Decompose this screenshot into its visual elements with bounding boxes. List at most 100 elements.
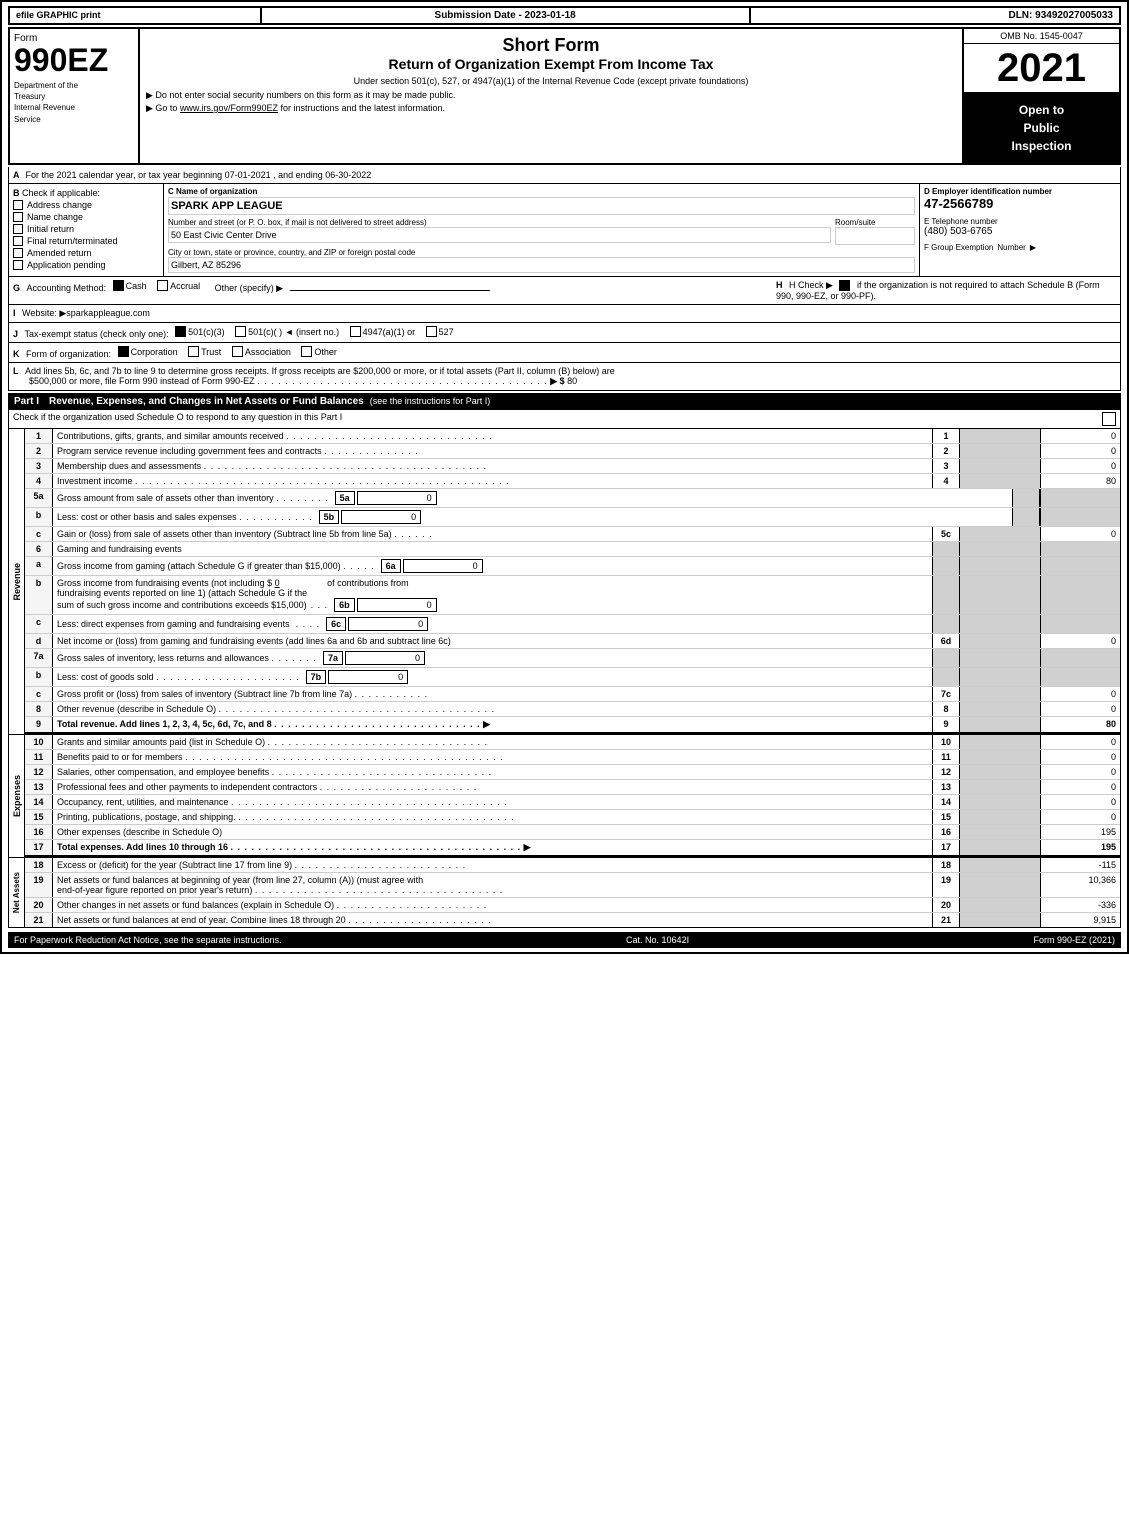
row7c-value: 0: [1040, 687, 1120, 701]
row17-col: 17: [932, 840, 960, 855]
submission-date: Submission Date - 2023-01-18: [262, 8, 751, 23]
j-527-checkbox[interactable]: [426, 326, 437, 337]
row15-desc: Printing, publications, postage, and shi…: [53, 810, 932, 824]
row7a-shaded: [960, 649, 1040, 667]
expenses-table: 10 Grants and similar amounts paid (list…: [25, 735, 1120, 857]
section-k: K Form of organization: Corporation Trus…: [8, 343, 1121, 363]
j-527: 527: [426, 326, 454, 337]
phone: (480) 503-6765: [924, 226, 1116, 237]
application-pending-label: Application pending: [27, 260, 106, 270]
k-trust-checkbox[interactable]: [188, 346, 199, 357]
section-j: J Tax-exempt status (check only one): 50…: [8, 323, 1121, 343]
row8-col: 8: [932, 702, 960, 716]
part1-header: Part I Revenue, Expenses, and Changes in…: [8, 393, 1121, 410]
row14-col: 14: [932, 795, 960, 809]
row20-num: 20: [25, 898, 53, 912]
row13-shaded: [960, 780, 1040, 794]
row11-shaded: [960, 750, 1040, 764]
row6-col: [932, 542, 960, 556]
row17-shaded: [960, 840, 1040, 855]
e-label: E Telephone number: [924, 217, 1116, 226]
application-pending-checkbox[interactable]: [13, 260, 23, 270]
final-return-label: Final return/terminated: [27, 236, 118, 246]
row9-shaded: [960, 717, 1040, 732]
g-text: Accounting Method:: [27, 283, 107, 293]
row7b-value: [1040, 668, 1120, 686]
name-change-checkbox[interactable]: [13, 212, 23, 222]
row4-num: 4: [25, 474, 53, 488]
goto-line: ▶ Go to www.irs.gov/Form990EZ for instru…: [146, 103, 956, 114]
f-label: F Group Exemption: [924, 243, 993, 252]
row10-num: 10: [25, 735, 53, 749]
j-text: Tax-exempt status (check only one):: [25, 329, 169, 339]
city-value: Gilbert, AZ 85296: [168, 257, 915, 273]
row7a-desc: Gross sales of inventory, less returns a…: [53, 649, 932, 667]
f-arrow: ▶: [1030, 243, 1036, 252]
row-6c: c Less: direct expenses from gaming and …: [25, 615, 1120, 634]
row2-col: 2: [932, 444, 960, 458]
footer-cat: Cat. No. 10642I: [626, 935, 689, 945]
row12-desc: Salaries, other compensation, and employ…: [53, 765, 932, 779]
row-9: 9 Total revenue. Add lines 1, 2, 3, 4, 5…: [25, 717, 1120, 734]
row-10: 10 Grants and similar amounts paid (list…: [25, 735, 1120, 750]
part1-check-box[interactable]: [1102, 412, 1116, 426]
row5a-num: 5a: [25, 489, 53, 507]
open-to-public: Open to Public Inspection: [964, 93, 1119, 163]
omb: OMB No. 1545-0047: [964, 29, 1119, 44]
k-other-checkbox[interactable]: [301, 346, 312, 357]
row7b-desc: Less: cost of goods sold . . . . . . . .…: [53, 668, 932, 686]
expenses-section: Expenses 10 Grants and similar amounts p…: [8, 735, 1121, 858]
j-4947-label: 4947(a)(1) or: [363, 327, 416, 337]
accrual-checkbox[interactable]: [157, 280, 168, 291]
net-assets-side-label: Net Assets: [9, 858, 25, 927]
row3-col: 3: [932, 459, 960, 473]
row7c-num: c: [25, 687, 53, 701]
k-assoc: Association: [232, 346, 291, 357]
row16-desc: Other expenses (describe in Schedule O): [53, 825, 932, 839]
section-g: G Accounting Method: Cash Accrual Other …: [8, 277, 1121, 305]
row-12: 12 Salaries, other compensation, and emp…: [25, 765, 1120, 780]
row4-col: 4: [932, 474, 960, 488]
row5b-desc: Less: cost or other basis and sales expe…: [53, 508, 1012, 526]
section-a: A For the 2021 calendar year, or tax yea…: [8, 167, 1121, 184]
k-corp-checkbox[interactable]: [118, 346, 129, 357]
revenue-table: 1 Contributions, gifts, grants, and simi…: [25, 429, 1120, 734]
row3-desc: Membership dues and assessments . . . . …: [53, 459, 932, 473]
accrual-label: Accrual: [170, 281, 200, 291]
k-corp: Corporation: [118, 346, 178, 357]
return-title: Return of Organization Exempt From Incom…: [146, 56, 956, 72]
final-return-checkbox[interactable]: [13, 236, 23, 246]
address-change-checkbox[interactable]: [13, 200, 23, 210]
footer-right: Form 990-EZ (2021): [1033, 935, 1115, 945]
row21-desc: Net assets or fund balances at end of ye…: [53, 913, 932, 927]
j-4947-checkbox[interactable]: [350, 326, 361, 337]
row5a-col: [1012, 489, 1040, 507]
j-501c-checkbox[interactable]: [235, 326, 246, 337]
address-value: 50 East Civic Center Drive: [168, 227, 831, 243]
row10-col: 10: [932, 735, 960, 749]
row-11: 11 Benefits paid to or for members . . .…: [25, 750, 1120, 765]
j-501c-label: 501(c)( ) ◄ (insert no.): [248, 327, 339, 337]
j-501c3-checkbox[interactable]: [175, 326, 186, 337]
row9-value: 80: [1040, 717, 1120, 732]
section-a-text: For the 2021 calendar year, or tax year …: [26, 170, 372, 180]
initial-return-checkbox[interactable]: [13, 224, 23, 234]
amended-return-checkbox[interactable]: [13, 248, 23, 258]
row-6d: d Net income or (loss) from gaming and f…: [25, 634, 1120, 649]
row17-num: 17: [25, 840, 53, 855]
row-15: 15 Printing, publications, postage, and …: [25, 810, 1120, 825]
row-21: 21 Net assets or fund balances at end of…: [25, 913, 1120, 927]
row1-value: 0: [1040, 429, 1120, 443]
cash-checkbox[interactable]: [113, 280, 124, 291]
final-return-row: Final return/terminated: [13, 236, 159, 246]
k-assoc-checkbox[interactable]: [232, 346, 243, 357]
row6b-value: [1040, 576, 1120, 614]
row8-desc: Other revenue (describe in Schedule O) .…: [53, 702, 932, 716]
row5c-col: 5c: [932, 527, 960, 541]
h-checkbox[interactable]: [839, 280, 850, 291]
row6d-desc: Net income or (loss) from gaming and fun…: [53, 634, 932, 648]
row9-num: 9: [25, 717, 53, 732]
goto-url[interactable]: www.irs.gov/Form990EZ: [180, 103, 278, 113]
part1-subtitle: Revenue, Expenses, and Changes in Net As…: [49, 396, 364, 407]
l-label: L: [13, 366, 19, 376]
